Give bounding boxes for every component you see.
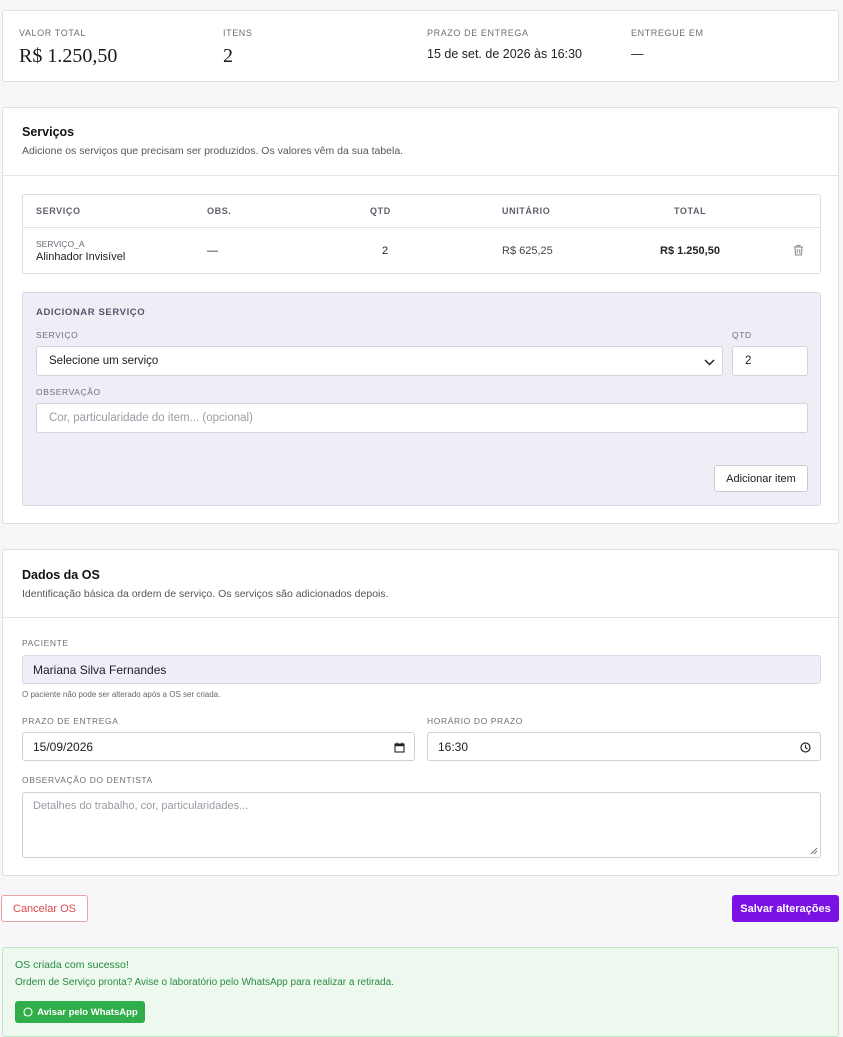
section-divider bbox=[3, 175, 838, 176]
table-header-divider bbox=[23, 227, 820, 228]
services-card: Serviços Adicione os serviços que precis… bbox=[2, 107, 839, 524]
patient-field: Mariana Silva Fernandes bbox=[22, 655, 821, 684]
cancel-os-button[interactable]: Cancelar OS bbox=[1, 895, 88, 922]
total-value-block: VALOR TOTAL R$ 1.250,50 bbox=[19, 28, 117, 68]
deadline-value: 15 de set. de 2026 às 16:30 bbox=[427, 47, 582, 61]
dentist-notes-placeholder: Detalhes do trabalho, cor, particularida… bbox=[33, 800, 249, 812]
clock-icon[interactable] bbox=[799, 741, 811, 753]
os-subtitle: Identificação básica da ordem de serviço… bbox=[22, 588, 389, 600]
add-item-button[interactable]: Adicionar item bbox=[714, 465, 808, 492]
services-title: Serviços bbox=[22, 125, 75, 139]
services-table: SERVIÇO OBS. QTD UNITÁRIO TOTAL SERVIÇO_… bbox=[22, 194, 821, 274]
deadline-time-input[interactable]: 16:30 bbox=[427, 732, 821, 761]
qty-input-value: 2 bbox=[745, 355, 752, 367]
deadline-date-value: 15/09/2026 bbox=[33, 739, 94, 754]
os-title: Dados da OS bbox=[22, 568, 100, 582]
service-code: SERVIÇO_A bbox=[36, 239, 85, 249]
services-subtitle: Adicione os serviços que precisam ser pr… bbox=[22, 145, 404, 157]
success-message: Ordem de Serviço pronta? Avise o laborat… bbox=[15, 977, 394, 988]
dentist-notes-textarea[interactable]: Detalhes do trabalho, cor, particularida… bbox=[22, 792, 821, 858]
dentist-notes-label: OBSERVAÇÃO DO DENTISTA bbox=[22, 775, 153, 785]
resize-handle-icon[interactable] bbox=[810, 847, 818, 855]
whatsapp-notify-button[interactable]: Avisar pelo WhatsApp bbox=[15, 1001, 145, 1023]
delivered-block: ENTREGUE EM — bbox=[631, 28, 704, 61]
patient-label: PACIENTE bbox=[22, 638, 69, 648]
column-header: OBS. bbox=[207, 206, 232, 216]
column-header: SERVIÇO bbox=[36, 206, 81, 216]
trash-icon[interactable] bbox=[791, 243, 805, 257]
whatsapp-icon bbox=[22, 1007, 33, 1018]
add-service-heading: ADICIONAR SERVIÇO bbox=[36, 307, 146, 318]
whatsapp-notify-label: Avisar pelo WhatsApp bbox=[37, 1006, 138, 1018]
patient-hint: O paciente não pode ser alterado após a … bbox=[22, 690, 221, 699]
items-count: 2 bbox=[223, 45, 233, 67]
deadline-date-input[interactable]: 15/09/2026 bbox=[22, 732, 415, 761]
service-name: Alinhador Invisível bbox=[36, 251, 126, 263]
chevron-down-icon bbox=[702, 355, 716, 369]
deadline-time-value: 16:30 bbox=[438, 739, 469, 754]
os-data-card: Dados da OS Identificação básica da orde… bbox=[2, 549, 839, 876]
total-value: R$ 1.250,50 bbox=[19, 45, 118, 67]
patient-value: Mariana Silva Fernandes bbox=[33, 662, 167, 677]
obs-input[interactable]: Cor, particularidade do item... (opciona… bbox=[36, 403, 808, 433]
success-title: OS criada com sucesso! bbox=[15, 959, 129, 971]
items-count-label: ITENS bbox=[223, 28, 253, 38]
qty-label: QTD bbox=[732, 330, 752, 340]
section-divider bbox=[3, 617, 838, 618]
service-total: R$ 1.250,50 bbox=[660, 245, 720, 257]
obs-label: OBSERVAÇÃO bbox=[36, 387, 101, 397]
total-value-label: VALOR TOTAL bbox=[19, 28, 86, 38]
deadline-date-label: PRAZO DE ENTREGA bbox=[22, 716, 119, 726]
items-count-block: ITENS 2 bbox=[223, 28, 253, 68]
deadline-label: PRAZO DE ENTREGA bbox=[427, 28, 529, 38]
calendar-icon[interactable] bbox=[393, 741, 405, 753]
service-obs: — bbox=[207, 245, 218, 257]
delivered-value: — bbox=[631, 47, 644, 61]
service-qty: 2 bbox=[382, 245, 389, 257]
qty-input[interactable]: 2 bbox=[732, 346, 808, 376]
delivered-label: ENTREGUE EM bbox=[631, 28, 704, 38]
summary-card: VALOR TOTAL R$ 1.250,50 ITENS 2 PRAZO DE… bbox=[2, 10, 839, 82]
deadline-time-label: HORÁRIO DO PRAZO bbox=[427, 716, 524, 726]
service-select[interactable]: Selecione um serviço bbox=[36, 346, 723, 376]
obs-input-placeholder: Cor, particularidade do item... (opciona… bbox=[49, 412, 253, 424]
service-select-value: Selecione um serviço bbox=[49, 355, 159, 367]
column-header: QTD bbox=[370, 206, 391, 216]
column-header: UNITÁRIO bbox=[502, 206, 551, 216]
save-changes-button[interactable]: Salvar alterações bbox=[732, 895, 839, 922]
service-select-label: SERVIÇO bbox=[36, 330, 79, 340]
add-service-panel: ADICIONAR SERVIÇO SERVIÇO QTD Selecione … bbox=[22, 292, 821, 506]
deadline-block: PRAZO DE ENTREGA 15 de set. de 2026 às 1… bbox=[427, 28, 582, 61]
service-unit-price: R$ 625,25 bbox=[502, 245, 553, 257]
column-header: TOTAL bbox=[674, 206, 707, 216]
